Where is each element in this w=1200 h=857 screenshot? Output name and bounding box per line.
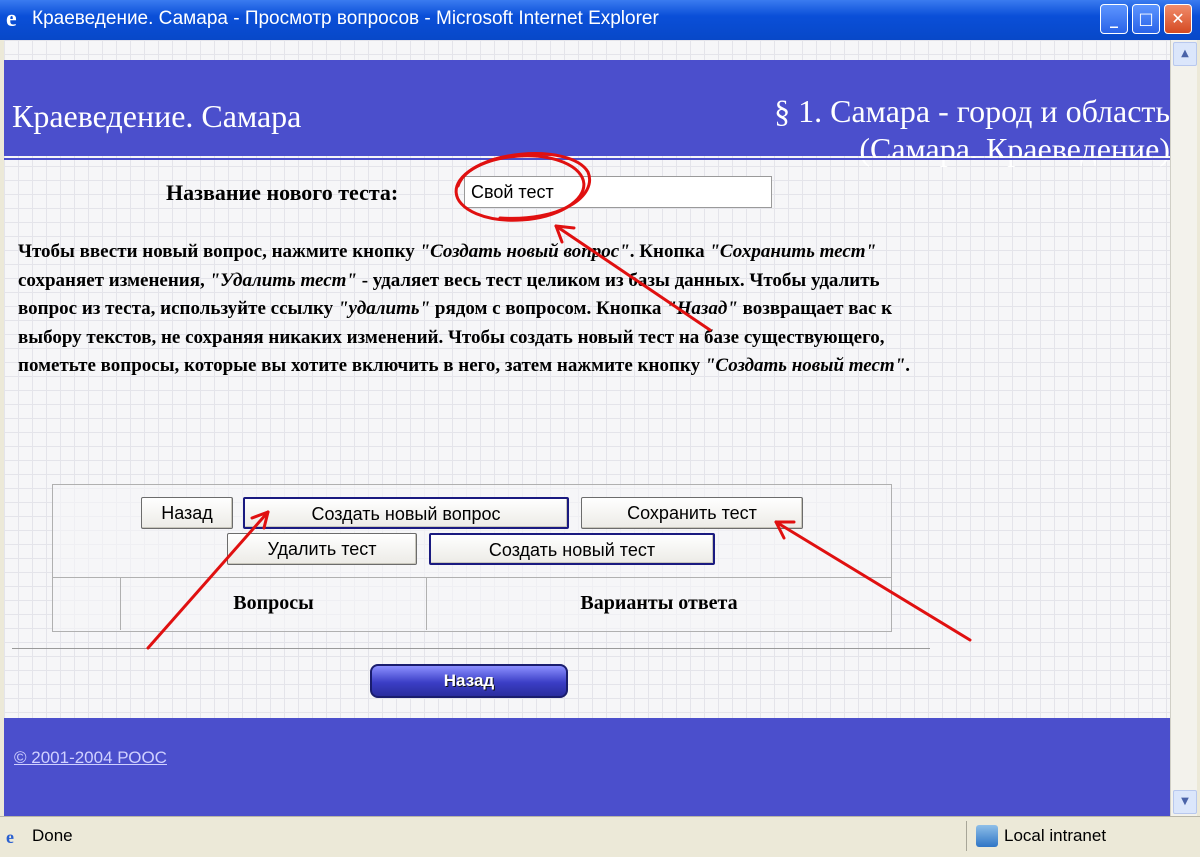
section-title: § 1. Самара - город и область (Самара. К… [774, 92, 1170, 168]
questions-table-header: Вопросы Варианты ответа [53, 577, 891, 630]
create-question-button[interactable]: Создать новый вопрос [243, 497, 569, 529]
page-viewport: Краеведение. Самара § 1. Самара - город … [4, 40, 1170, 816]
test-name-input[interactable] [464, 176, 772, 208]
section-title-line1: § 1. Самара - город и область [774, 93, 1170, 129]
actions-panel: Назад Создать новый вопрос Сохранить тес… [52, 484, 892, 632]
create-test-button[interactable]: Создать новый тест [429, 533, 715, 565]
table-header-checkbox [53, 578, 121, 630]
zone-text: Local intranet [1004, 826, 1107, 845]
minimize-button[interactable]: _ [1100, 4, 1128, 34]
content-divider [12, 648, 930, 649]
status-text: Done [32, 826, 73, 845]
instructions-text: Чтобы ввести новый вопрос, нажмите кнопк… [18, 241, 911, 377]
page-footer: © 2001-2004 РООС [4, 718, 1170, 816]
scroll-up-icon[interactable]: ▲ [1173, 42, 1197, 66]
back-pill-button[interactable]: Назад [370, 664, 568, 698]
maximize-button[interactable]: □ [1132, 4, 1160, 34]
local-intranet-icon [976, 825, 998, 847]
table-header-answers: Варианты ответа [580, 592, 738, 614]
status-divider [966, 821, 967, 851]
scroll-down-icon[interactable]: ▼ [1173, 790, 1197, 814]
status-bar: e Done Local intranet [0, 816, 1200, 857]
table-header-questions: Вопросы [121, 578, 427, 630]
close-button[interactable]: ✕ [1164, 4, 1192, 34]
site-title: Краеведение. Самара [12, 98, 302, 134]
section-title-line2: (Самара. Краеведение) [859, 131, 1170, 167]
save-test-button[interactable]: Сохранить тест [581, 497, 803, 529]
title-bar[interactable]: e Краеведение. Самара - Просмотр вопросо… [0, 0, 1200, 40]
delete-test-button[interactable]: Удалить тест [227, 533, 417, 565]
copyright-link[interactable]: © 2001-2004 РООС [14, 748, 167, 768]
window-title: Краеведение. Самара - Просмотр вопросов … [32, 8, 659, 29]
test-name-label: Название нового теста: [166, 180, 399, 205]
page-done-icon: e [6, 827, 14, 847]
back-button[interactable]: Назад [141, 497, 233, 529]
page-header: Краеведение. Самара § 1. Самара - город … [4, 60, 1170, 167]
ie-icon: e [6, 6, 17, 32]
header-divider [4, 158, 1170, 160]
vertical-scrollbar[interactable]: ▲ ▼ [1170, 40, 1197, 816]
